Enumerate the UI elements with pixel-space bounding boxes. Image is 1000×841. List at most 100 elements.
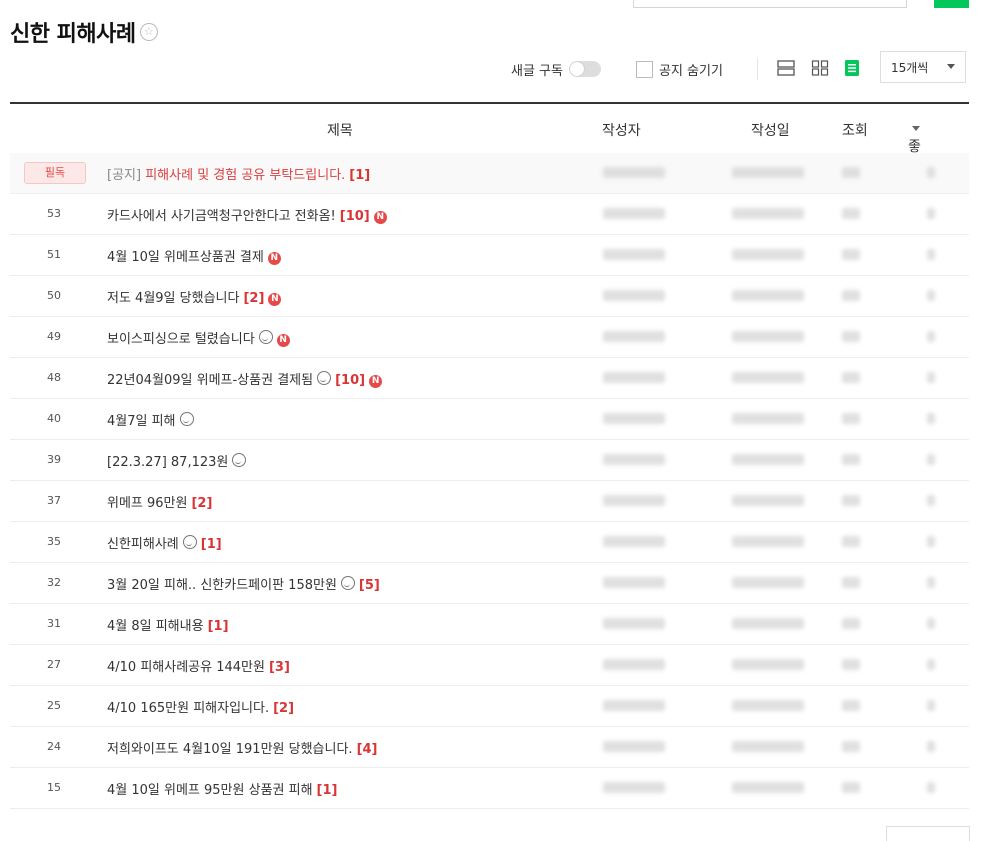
table-row: 51 4월 10일 위메프상품권 결제 N: [10, 235, 969, 276]
notice-comment-count[interactable]: [1]: [349, 168, 370, 183]
article-subject-link[interactable]: 4월 8일 피해내용 [1]: [107, 615, 229, 634]
date-blurred: [732, 741, 804, 752]
col-likes-sort[interactable]: 좋아요: [908, 120, 921, 195]
article-subject: 22년04월09일 위메프-상품권 결제됨: [107, 373, 314, 388]
article-subject-link[interactable]: 위메프 96만원 [2]: [107, 492, 212, 511]
article-subject: 저도 4월9일 당했습니다: [107, 291, 240, 306]
subscribe-control[interactable]: 새글 구독: [511, 54, 601, 84]
article-number: 49: [47, 330, 61, 343]
article-subject-link[interactable]: 22년04월09일 위메프-상품권 결제됨 [10] N: [107, 369, 383, 388]
comment-count[interactable]: [2]: [273, 701, 294, 716]
table-row: 48 22년04월09일 위메프-상품권 결제됨 [10] N: [10, 358, 969, 399]
article-subject: 4/10 165만원 피해자입니다.: [107, 701, 270, 716]
likes-blurred: [927, 700, 935, 711]
comment-count[interactable]: [5]: [359, 578, 380, 593]
date-blurred: [732, 167, 804, 178]
emoji-icon: [317, 371, 332, 385]
comment-count[interactable]: [3]: [269, 660, 290, 675]
hide-notice-checkbox[interactable]: [636, 60, 653, 78]
likes-blurred: [927, 741, 935, 752]
comment-count[interactable]: [2]: [191, 496, 212, 511]
article-subject-link[interactable]: 저희와이프도 4월10일 191만원 당했습니다. [4]: [107, 738, 378, 757]
write-button[interactable]: [886, 826, 970, 841]
author-blurred: [603, 454, 665, 465]
likes-blurred: [927, 290, 935, 301]
article-subject-link[interactable]: 보이스피싱으로 털렸습니다 N: [107, 328, 290, 347]
table-row: 39 [22.3.27] 87,123원: [10, 440, 969, 481]
likes-blurred: [927, 782, 935, 793]
comment-count[interactable]: [10]: [340, 209, 370, 224]
author-blurred: [603, 782, 665, 793]
comment-count[interactable]: [1]: [208, 619, 229, 634]
article-subject-link[interactable]: 4/10 165만원 피해자입니다. [2]: [107, 697, 294, 716]
search-button[interactable]: [934, 0, 969, 8]
page-size-select[interactable]: 15개씩: [880, 51, 966, 83]
article-number: 15: [47, 781, 61, 794]
date-blurred: [732, 577, 804, 588]
table-row: 25 4/10 165만원 피해자입니다. [2]: [10, 686, 969, 727]
page-title: 신한 피해사례 ☆: [10, 16, 158, 48]
comment-count[interactable]: [1]: [317, 783, 338, 798]
search-input[interactable]: [633, 0, 907, 8]
article-subject-link[interactable]: 저도 4월9일 당했습니다 [2] N: [107, 287, 282, 306]
article-subject: 저희와이프도 4월10일 191만원 당했습니다.: [107, 742, 353, 757]
article-subject-link[interactable]: 4월 10일 위메프상품권 결제 N: [107, 246, 281, 265]
author-blurred: [603, 413, 665, 424]
list-view-icon[interactable]: [776, 58, 796, 78]
article-number: 31: [47, 617, 61, 630]
article-subject: [22.3.27] 87,123원: [107, 455, 229, 470]
table-row: 32 3월 20일 피해.. 신한카드페이판 158만원 [5]: [10, 563, 969, 604]
article-subject-link[interactable]: 신한피해사례 [1]: [107, 533, 222, 552]
article-subject-link[interactable]: 4월7일 피해: [107, 410, 194, 429]
views-blurred: [842, 249, 860, 260]
article-subject-link[interactable]: 3월 20일 피해.. 신한카드페이판 158만원 [5]: [107, 574, 380, 593]
album-view-icon[interactable]: [842, 58, 862, 78]
table-row: 40 4월7일 피해: [10, 399, 969, 440]
col-date: 작성일: [751, 123, 790, 139]
comment-count[interactable]: [1]: [201, 537, 222, 552]
notice-subject-link[interactable]: [공지] 피해사례 및 경험 공유 부탁드립니다. [1]: [107, 164, 370, 183]
article-number: 32: [47, 576, 61, 589]
article-subject: 4월 10일 위메프상품권 결제: [107, 250, 264, 265]
emoji-icon: [182, 535, 197, 549]
date-blurred: [732, 331, 804, 342]
article-subject: 4월7일 피해: [107, 414, 176, 429]
article-subject-link[interactable]: 4월 10일 위메프 95만원 상품권 피해 [1]: [107, 779, 337, 798]
subscribe-toggle[interactable]: [568, 61, 601, 77]
hide-notice-control[interactable]: 공지 숨기기: [636, 54, 723, 84]
views-blurred: [842, 618, 860, 629]
author-blurred: [603, 372, 665, 383]
star-icon[interactable]: ☆: [139, 23, 158, 41]
date-blurred: [732, 372, 804, 383]
table-row: 15 4월 10일 위메프 95만원 상품권 피해 [1]: [10, 768, 969, 809]
date-blurred: [732, 208, 804, 219]
likes-blurred: [927, 413, 935, 424]
article-number: 37: [47, 494, 61, 507]
article-subject-link[interactable]: [22.3.27] 87,123원: [107, 451, 247, 470]
author-blurred: [603, 208, 665, 219]
likes-blurred: [927, 331, 935, 342]
date-blurred: [732, 618, 804, 629]
article-number: 40: [47, 412, 61, 425]
article-subject: 신한피해사례: [107, 537, 179, 552]
likes-blurred: [927, 454, 935, 465]
table-row: 24 저희와이프도 4월10일 191만원 당했습니다. [4]: [10, 727, 969, 768]
views-blurred: [842, 536, 860, 547]
date-blurred: [732, 700, 804, 711]
comment-count[interactable]: [2]: [243, 291, 264, 306]
table-row: 31 4월 8일 피해내용 [1]: [10, 604, 969, 645]
table-header: 제목 작성자 작성일 조회 좋아요: [10, 104, 969, 195]
emoji-icon: [258, 330, 273, 344]
table-row: 27 4/10 피해사례공유 144만원 [3]: [10, 645, 969, 686]
grid-view-icon[interactable]: [810, 58, 830, 78]
article-subject-link[interactable]: 4/10 피해사례공유 144만원 [3]: [107, 656, 290, 675]
date-blurred: [732, 454, 804, 465]
likes-blurred: [927, 536, 935, 547]
comment-count[interactable]: [10]: [335, 373, 365, 388]
article-subject-link[interactable]: 카드사에서 사기금액청구안한다고 전화옴! [10] N: [107, 205, 387, 224]
date-blurred: [732, 659, 804, 670]
article-subject: 보이스피싱으로 털렸습니다: [107, 332, 255, 347]
date-blurred: [732, 290, 804, 301]
comment-count[interactable]: [4]: [357, 742, 378, 757]
likes-blurred: [927, 249, 935, 260]
